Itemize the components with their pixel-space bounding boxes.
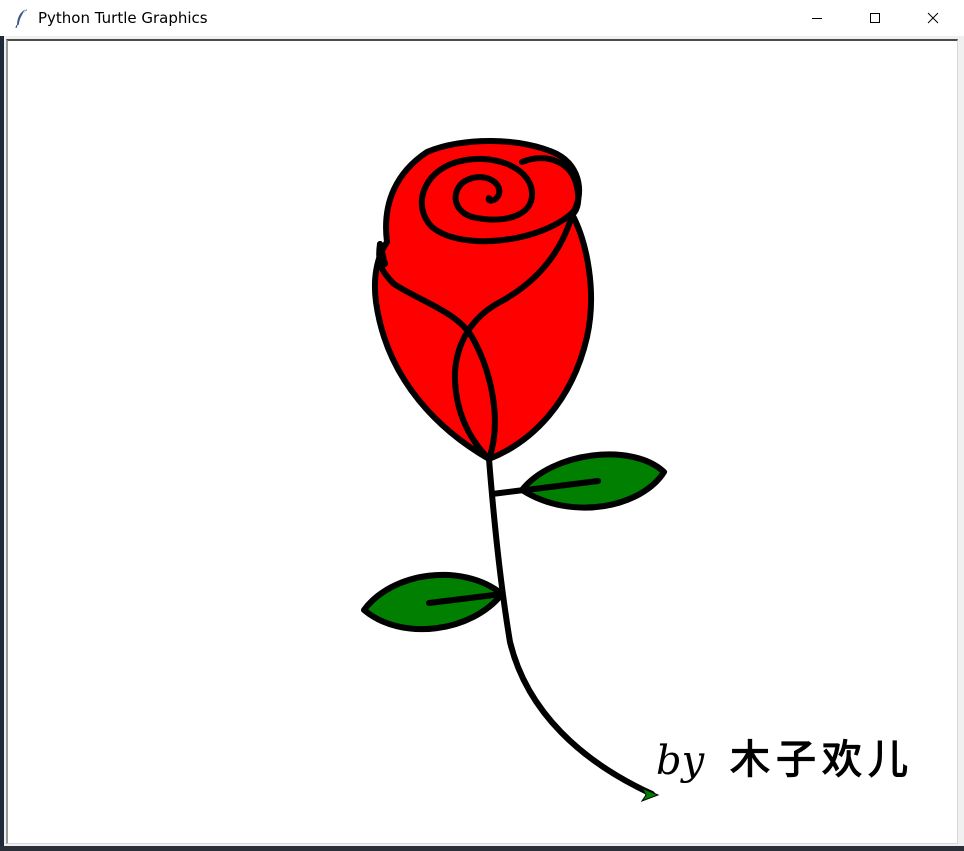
window-left-edge <box>0 36 4 851</box>
close-button[interactable] <box>904 0 962 36</box>
turtle-canvas[interactable]: by 木子欢儿 <box>6 39 958 844</box>
rose-petals <box>371 138 594 462</box>
signature-name: 木子欢儿 <box>730 737 914 783</box>
window-title: Python Turtle Graphics <box>38 9 208 27</box>
minimize-icon <box>812 18 822 19</box>
signature-by: by <box>656 738 706 784</box>
maximize-button[interactable] <box>846 0 904 36</box>
turtle-window: Python Turtle Graphics by 木子欢儿 <box>0 0 964 851</box>
minimize-button[interactable] <box>788 0 846 36</box>
window-bottom-edge <box>0 846 964 851</box>
rose-drawing: by 木子欢儿 <box>361 138 914 803</box>
title-bar[interactable]: Python Turtle Graphics <box>0 0 964 36</box>
close-icon <box>927 12 939 24</box>
maximize-icon <box>870 13 880 23</box>
feather-icon <box>15 8 27 28</box>
